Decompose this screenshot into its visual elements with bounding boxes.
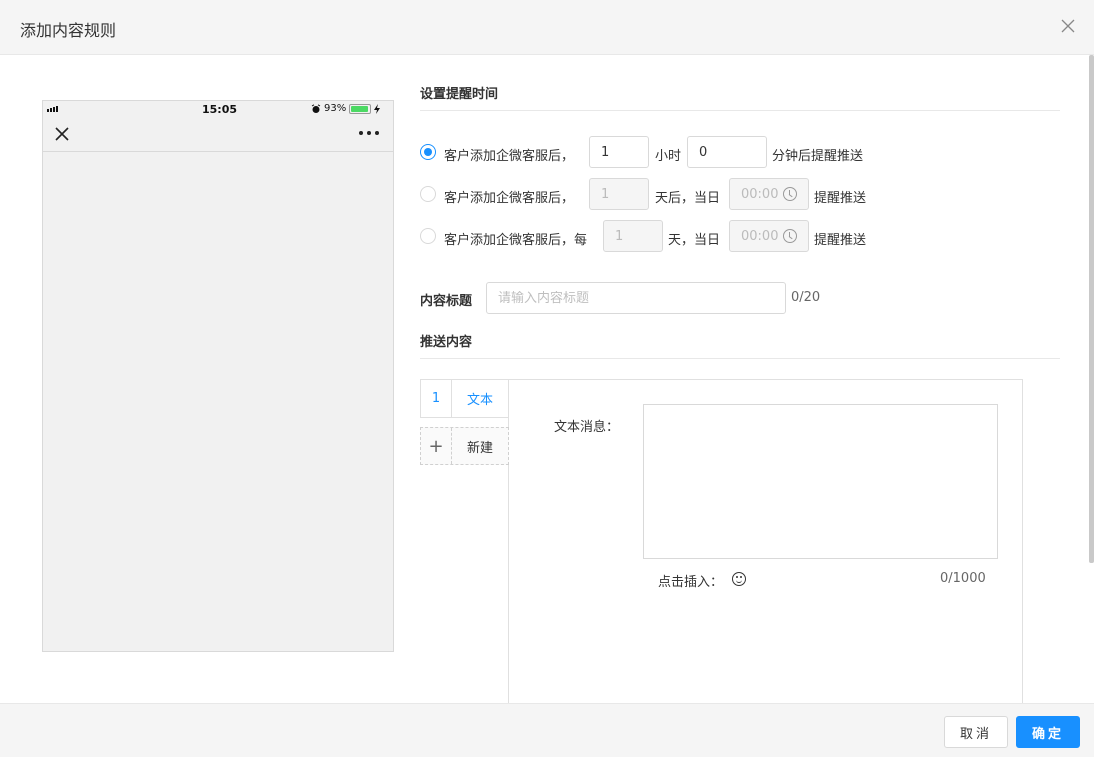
phone-status-right: 93% — [311, 103, 381, 114]
clock-icon — [783, 229, 797, 243]
option-2-prefix: 客户添加企微客服后， — [444, 191, 575, 206]
option-3-prefix: 客户添加企微客服后，每 — [444, 233, 588, 248]
plus-icon: + — [421, 428, 452, 464]
phone-status-bar: 15:05 93% — [43, 101, 393, 119]
option-1-prefix: 客户添加企微客服后， — [444, 149, 575, 164]
content-title-field[interactable] — [486, 282, 786, 314]
close-icon — [55, 127, 69, 141]
cancel-button[interactable]: 取消 — [944, 716, 1008, 748]
signal-icon — [47, 106, 58, 112]
divider — [420, 358, 1060, 359]
hours-input[interactable]: 1 — [589, 136, 649, 168]
message-counter: 0/1000 — [940, 571, 986, 586]
dialog-header: 添加内容规则 — [0, 0, 1094, 55]
more-icon — [359, 131, 379, 135]
every-days-value: 1 — [615, 228, 624, 244]
dialog-footer: 取消 确定 — [0, 703, 1094, 757]
charging-icon — [374, 103, 381, 114]
close-icon[interactable] — [1060, 18, 1076, 34]
reminder-option-2-radio[interactable] — [420, 186, 436, 202]
scrollbar[interactable] — [1089, 55, 1094, 563]
reminder-option-1-radio[interactable] — [420, 144, 436, 160]
tab-number: 1 — [421, 380, 452, 417]
option-3-suffix: 提醒推送 — [814, 233, 867, 248]
tab-label: 文本 — [466, 393, 493, 408]
add-content-rule-dialog: 添加内容规则 15:05 93% 设置提醒时间 客户添加企微客服后， 1 小时 … — [0, 0, 1094, 757]
phone-time: 15:05 — [202, 103, 238, 116]
days-after-value: 1 — [601, 186, 610, 202]
option-3-time-picker[interactable]: 00:00 — [729, 220, 809, 252]
clock-icon — [783, 187, 797, 201]
new-label: 新建 — [466, 440, 493, 456]
minutes-value: 0 — [699, 144, 708, 160]
option-2-time-picker[interactable]: 00:00 — [729, 178, 809, 210]
option-2-time-value: 00:00 — [741, 186, 779, 202]
dialog-title: 添加内容规则 — [20, 21, 117, 40]
push-content-section-title: 推送内容 — [420, 335, 473, 350]
new-message-button[interactable]: + 新建 — [420, 427, 509, 465]
insert-label: 点击插入： — [658, 575, 724, 590]
every-days-unit: 天，当日 — [668, 233, 721, 248]
hours-value: 1 — [601, 144, 610, 160]
every-days-input[interactable]: 1 — [603, 220, 663, 252]
days-after-unit: 天后，当日 — [655, 191, 721, 206]
text-message-textarea[interactable] — [643, 404, 998, 559]
text-message-label: 文本消息： — [554, 420, 620, 435]
hours-unit: 小时 — [655, 149, 682, 164]
minutes-input[interactable]: 0 — [687, 136, 767, 168]
content-title-input[interactable] — [498, 290, 774, 306]
phone-nav-bar — [43, 119, 393, 152]
content-title-counter: 0/20 — [791, 290, 821, 305]
confirm-button[interactable]: 确定 — [1016, 716, 1080, 748]
message-tab-1[interactable]: 1 文本 — [420, 379, 509, 418]
reminder-section-title: 设置提醒时间 — [420, 87, 499, 102]
emoji-icon[interactable] — [732, 572, 746, 586]
option-3-time-value: 00:00 — [741, 228, 779, 244]
alarm-icon — [311, 103, 321, 113]
option-1-suffix: 分钟后提醒推送 — [772, 149, 864, 164]
days-after-input[interactable]: 1 — [589, 178, 649, 210]
option-2-suffix: 提醒推送 — [814, 191, 867, 206]
divider — [420, 110, 1060, 111]
phone-preview: 15:05 93% — [42, 100, 394, 652]
battery-percent: 93% — [324, 103, 347, 114]
reminder-option-3-radio[interactable] — [420, 228, 436, 244]
battery-icon — [349, 103, 372, 114]
content-title-label: 内容标题 — [420, 294, 473, 309]
